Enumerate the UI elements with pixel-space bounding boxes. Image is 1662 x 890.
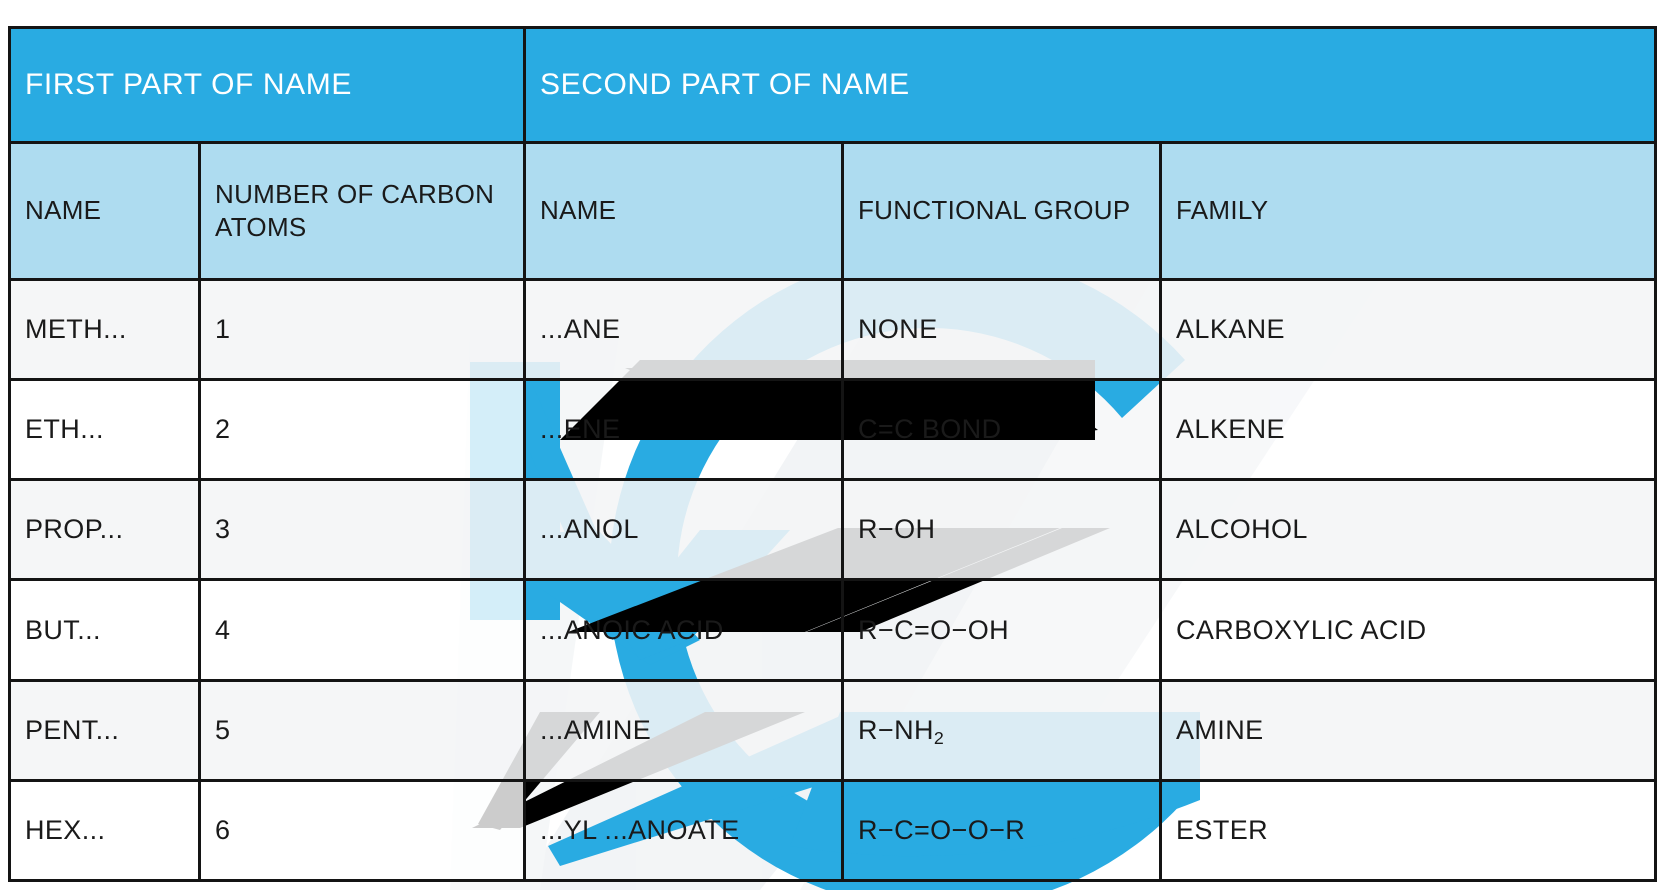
- table-row: BUT... 4 ...ANOIC ACID R−C=O−OH CARBOXYL…: [8, 578, 1658, 682]
- column-header-name-first: NAME: [8, 141, 201, 282]
- cell-second-name: ...ENE: [523, 378, 844, 482]
- cell-carbons: 4: [198, 578, 526, 682]
- cell-second-name: ...AMINE: [523, 678, 844, 782]
- column-header-functional-group: FUNCTIONAL GROUP: [841, 141, 1162, 282]
- cell-functional-group: C=C BOND: [841, 378, 1162, 482]
- cell-family: ESTER: [1158, 778, 1658, 883]
- cell-functional-group: R−C=O−O−R: [841, 778, 1162, 883]
- nomenclature-table: FIRST PART OF NAME SECOND PART OF NAME N…: [8, 25, 1658, 883]
- cell-carbons: 2: [198, 378, 526, 482]
- cell-first-name: ETH...: [8, 378, 201, 482]
- cell-carbons: 5: [198, 678, 526, 782]
- group-header-second-part: SECOND PART OF NAME: [522, 25, 1658, 145]
- cell-family: ALKANE: [1158, 278, 1658, 382]
- cell-second-name: ...ANOL: [523, 478, 844, 582]
- group-header-first-part: FIRST PART OF NAME: [8, 25, 526, 145]
- table-row: HEX... 6 ...YL ...ANOATE R−C=O−O−R ESTER: [8, 778, 1658, 883]
- cell-first-name: BUT...: [8, 578, 201, 682]
- cell-first-name: HEX...: [8, 778, 201, 883]
- cell-carbons: 1: [198, 278, 526, 382]
- cell-second-name: ...ANOIC ACID: [523, 578, 844, 682]
- chart-sheet: FIRST PART OF NAME SECOND PART OF NAME N…: [0, 0, 1662, 890]
- cell-family: ALKENE: [1158, 378, 1658, 482]
- group-header-row: FIRST PART OF NAME SECOND PART OF NAME: [8, 25, 1658, 145]
- column-header-family: FAMILY: [1158, 141, 1658, 282]
- cell-second-name: ...ANE: [523, 278, 844, 382]
- cell-family: AMINE: [1158, 678, 1658, 782]
- table-row: PENT... 5 ...AMINE R−NH2 AMINE: [8, 678, 1658, 782]
- cell-family: ALCOHOL: [1158, 478, 1658, 582]
- column-header-name-second: NAME: [523, 141, 844, 282]
- cell-second-name: ...YL ...ANOATE: [523, 778, 844, 883]
- cell-functional-group: NONE: [841, 278, 1162, 382]
- column-header-row: NAME NUMBER OF CARBON ATOMS NAME FUNCTIO…: [8, 141, 1658, 282]
- cell-first-name: METH...: [8, 278, 201, 382]
- cell-functional-group: R−OH: [841, 478, 1162, 582]
- column-header-number-of-carbon-atoms: NUMBER OF CARBON ATOMS: [198, 141, 526, 282]
- table-row: METH... 1 ...ANE NONE ALKANE: [8, 278, 1658, 382]
- table-row: ETH... 2 ...ENE C=C BOND ALKENE: [8, 378, 1658, 482]
- table-row: PROP... 3 ...ANOL R−OH ALCOHOL: [8, 478, 1658, 582]
- cell-functional-group: R−NH2: [841, 678, 1162, 782]
- cell-first-name: PROP...: [8, 478, 201, 582]
- cell-functional-group: R−C=O−OH: [841, 578, 1162, 682]
- cell-carbons: 6: [198, 778, 526, 883]
- cell-first-name: PENT...: [8, 678, 201, 782]
- cell-carbons: 3: [198, 478, 526, 582]
- cell-family: CARBOXYLIC ACID: [1158, 578, 1658, 682]
